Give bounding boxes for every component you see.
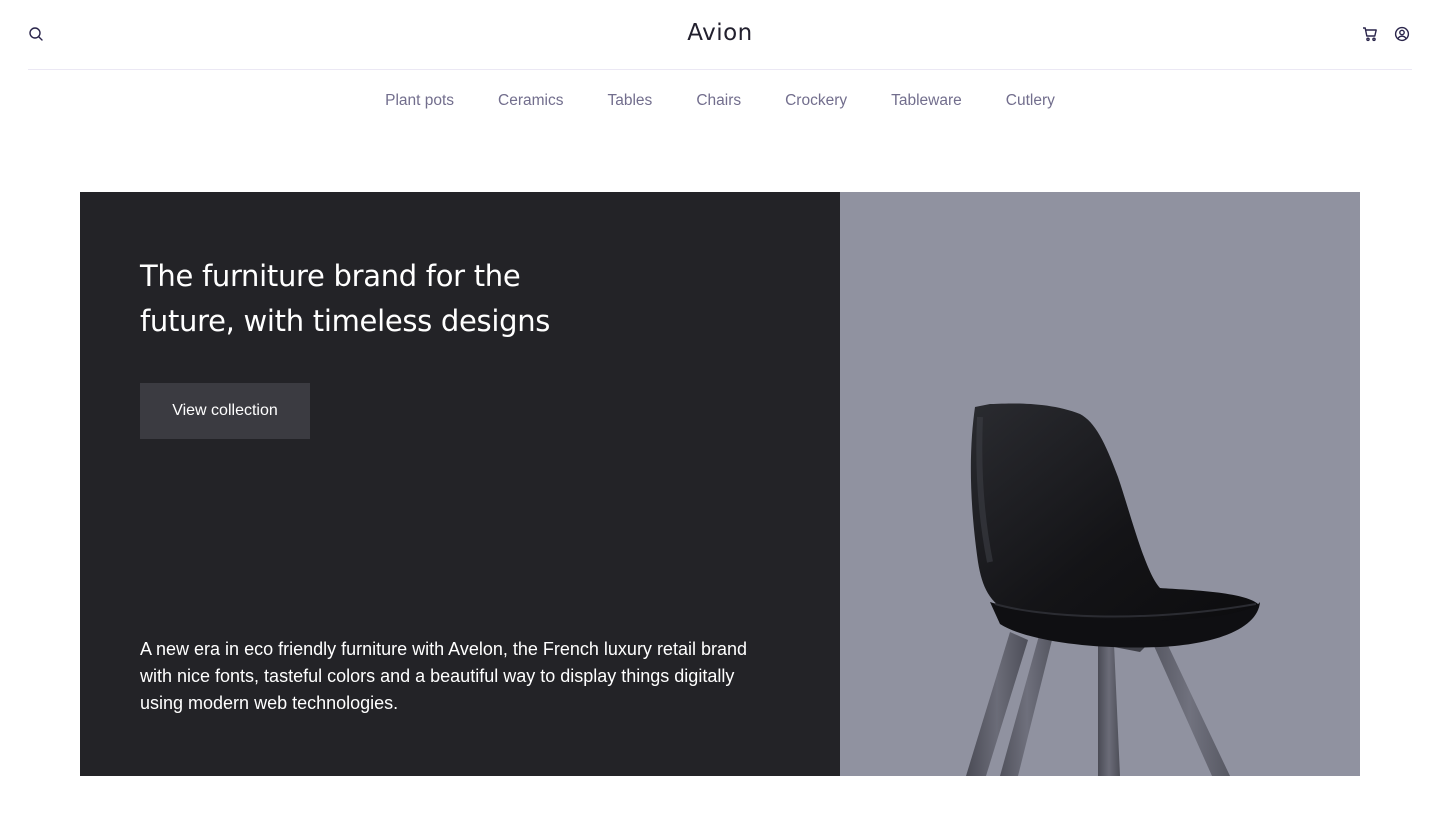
hero-image-panel	[840, 192, 1360, 776]
hero-description: A new era in eco friendly furniture with…	[140, 639, 747, 713]
page: Avion Plant pots Ceramics Tables Chairs …	[0, 0, 1440, 836]
hero-section: The furniture brand for the future, with…	[80, 192, 1360, 776]
search-icon	[29, 27, 43, 41]
cart-icon	[1363, 27, 1377, 42]
cart-button[interactable]	[1360, 24, 1380, 44]
category-link-plant-pots[interactable]: Plant pots	[385, 90, 454, 112]
top-bar: Avion	[28, 0, 1412, 70]
hero-text-panel: The furniture brand for the future, with…	[80, 192, 840, 776]
category-link-tableware[interactable]: Tableware	[891, 90, 962, 112]
search-button[interactable]	[26, 24, 46, 44]
category-link-ceramics[interactable]: Ceramics	[498, 90, 563, 112]
category-nav: Plant pots Ceramics Tables Chairs Crocke…	[0, 90, 1440, 112]
brand-logo[interactable]: Avion	[687, 20, 753, 46]
category-link-chairs[interactable]: Chairs	[696, 90, 741, 112]
category-link-crockery[interactable]: Crockery	[785, 90, 847, 112]
user-icon	[1394, 26, 1410, 42]
hero-title: The furniture brand for the future, with…	[140, 259, 551, 338]
account-button[interactable]	[1392, 24, 1412, 44]
category-link-cutlery[interactable]: Cutlery	[1006, 90, 1055, 112]
view-collection-button[interactable]: View collection	[140, 383, 310, 439]
category-link-tables[interactable]: Tables	[608, 90, 653, 112]
chair-image	[966, 403, 1260, 776]
